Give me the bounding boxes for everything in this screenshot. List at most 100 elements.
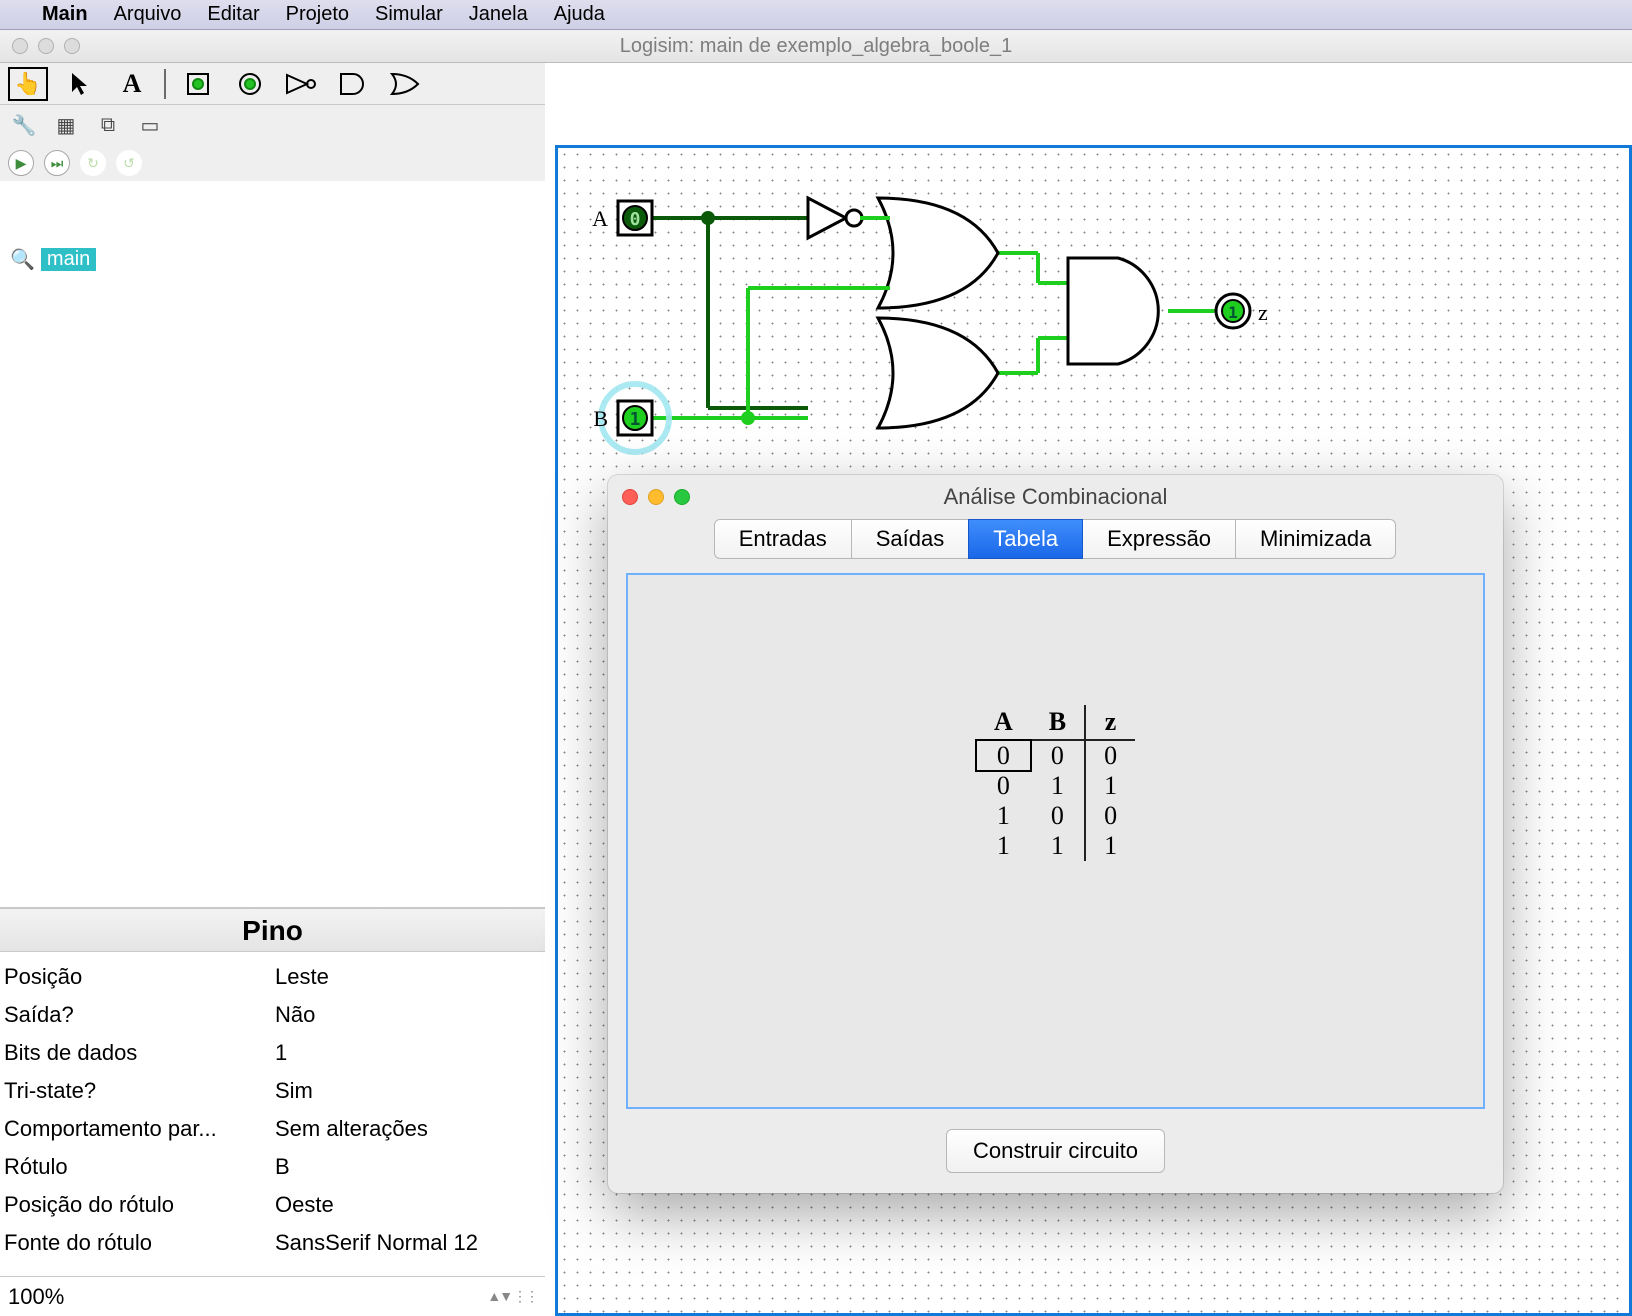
prop-row-posicao[interactable]: PosiçãoLeste: [0, 958, 545, 996]
tab-entradas[interactable]: Entradas: [714, 519, 852, 559]
zoom-stepper-icon[interactable]: ▲▼ ⋮⋮: [487, 1288, 537, 1305]
menu-arquivo[interactable]: Arquivo: [114, 3, 182, 26]
tab-minimizada[interactable]: Minimizada: [1235, 519, 1396, 559]
cell[interactable]: 1: [1031, 771, 1085, 801]
table-row[interactable]: 1 0 0: [976, 801, 1135, 831]
project-explorer[interactable]: 🔍 main: [0, 241, 545, 908]
prop-value[interactable]: Leste: [275, 958, 545, 996]
cell[interactable]: 0: [1031, 801, 1085, 831]
cell[interactable]: 1: [1085, 771, 1135, 801]
sim-reset-icon[interactable]: ↺: [116, 150, 142, 176]
prop-value[interactable]: Oeste: [275, 1186, 545, 1224]
prop-key: Fonte do rótulo: [0, 1224, 275, 1262]
prop-value[interactable]: Não: [275, 996, 545, 1034]
svg-text:0: 0: [630, 209, 641, 230]
prop-key: Comportamento par...: [0, 1110, 275, 1148]
input-pin-a[interactable]: 0 A: [592, 201, 652, 235]
output-pin-icon: [239, 73, 261, 95]
menubar-app-name[interactable]: Main: [42, 3, 88, 26]
prop-row-saida[interactable]: Saída?Não: [0, 996, 545, 1034]
cell[interactable]: 0: [1085, 740, 1135, 771]
prop-value[interactable]: B: [275, 1148, 545, 1186]
zoom-bar: 100% ▲▼ ⋮⋮: [0, 1276, 545, 1316]
cell[interactable]: 0: [1031, 740, 1085, 771]
and-gate-tool[interactable]: [334, 67, 374, 101]
wrench-icon[interactable]: 🔧: [8, 109, 40, 141]
table-row[interactable]: 0 1 1: [976, 771, 1135, 801]
and-gate[interactable]: [1068, 258, 1158, 364]
or-gate-icon: [390, 72, 422, 96]
menu-janela[interactable]: Janela: [469, 3, 528, 26]
svg-text:1: 1: [1228, 303, 1238, 322]
menu-editar[interactable]: Editar: [207, 3, 259, 26]
table-row[interactable]: 1 1 1: [976, 831, 1135, 861]
svg-text:B: B: [593, 406, 608, 431]
menu-simular[interactable]: Simular: [375, 3, 443, 26]
not-gate-tool[interactable]: [282, 67, 322, 101]
or-gate-top[interactable]: [878, 198, 998, 308]
th-b: B: [1031, 705, 1085, 740]
text-icon: A: [123, 69, 142, 99]
cell[interactable]: 1: [1085, 831, 1135, 861]
tab-expressao[interactable]: Expressão: [1082, 519, 1236, 559]
dialog-title-text: Análise Combinacional: [608, 484, 1503, 510]
cell[interactable]: 0: [976, 771, 1031, 801]
prop-row-bits[interactable]: Bits de dados1: [0, 1034, 545, 1072]
left-panel: 🔍 main Pino PosiçãoLeste Saída?Não Bits …: [0, 181, 545, 1316]
cell[interactable]: 0: [976, 740, 1031, 771]
not-gate[interactable]: [808, 198, 862, 238]
prop-row-rotulo[interactable]: RótuloB: [0, 1148, 545, 1186]
prop-value[interactable]: Sem alterações: [275, 1110, 545, 1148]
prop-value[interactable]: 1: [275, 1034, 545, 1072]
circuit-name: main: [41, 248, 96, 271]
svg-text:1: 1: [630, 409, 641, 430]
cell[interactable]: 1: [976, 831, 1031, 861]
prop-value[interactable]: SansSerif Normal 12: [275, 1224, 545, 1262]
menu-projeto[interactable]: Projeto: [286, 3, 349, 26]
tab-tabela[interactable]: Tabela: [968, 519, 1083, 559]
layout-icon[interactable]: ▦: [50, 109, 82, 141]
dialog-tabs: Entradas Saídas Tabela Expressão Minimiz…: [608, 519, 1503, 559]
text-tool[interactable]: A: [112, 67, 152, 101]
select-tool[interactable]: [60, 67, 100, 101]
th-z: z: [1085, 705, 1135, 740]
properties-table: PosiçãoLeste Saída?Não Bits de dados1 Tr…: [0, 952, 545, 1276]
output-pin-z[interactable]: 1 z: [1216, 294, 1268, 328]
truth-table[interactable]: A B z 0 0 0 0 1 1 1 0 0 1 1 1: [976, 705, 1135, 861]
window-title: Logisim: main de exemplo_algebra_boole_1: [0, 35, 1632, 58]
input-pin-icon: [187, 73, 209, 95]
prop-row-posicao-rotulo[interactable]: Posição do rótuloOeste: [0, 1186, 545, 1224]
table-row[interactable]: 0 0 0: [976, 740, 1135, 771]
sim-step-icon[interactable]: ⏭: [44, 150, 70, 176]
prop-row-comportamento[interactable]: Comportamento par...Sem alterações: [0, 1110, 545, 1148]
magnifier-icon: 🔍: [10, 247, 35, 272]
cell[interactable]: 1: [1031, 831, 1085, 861]
input-pin-tool[interactable]: [178, 67, 218, 101]
dialog-footer: Construir circuito: [608, 1119, 1503, 1193]
svg-text:z: z: [1258, 300, 1268, 325]
or-gate-bottom[interactable]: [878, 318, 998, 428]
prop-value[interactable]: Sim: [275, 1072, 545, 1110]
output-pin-tool[interactable]: [230, 67, 270, 101]
poke-tool[interactable]: 👆: [8, 67, 48, 101]
tab-saidas[interactable]: Saídas: [851, 519, 970, 559]
zoom-value[interactable]: 100%: [8, 1284, 64, 1310]
prop-key: Posição do rótulo: [0, 1186, 275, 1224]
cell[interactable]: 0: [1085, 801, 1135, 831]
or-gate-tool[interactable]: [386, 67, 426, 101]
dialog-titlebar[interactable]: Análise Combinacional: [608, 475, 1503, 519]
build-circuit-button[interactable]: Construir circuito: [946, 1129, 1165, 1173]
menu-ajuda[interactable]: Ajuda: [554, 3, 605, 26]
sim-tick-icon[interactable]: ↻: [80, 150, 106, 176]
sim-play-icon[interactable]: ▶: [8, 150, 34, 176]
explorer-item-main[interactable]: 🔍 main: [10, 247, 535, 272]
svg-text:A: A: [592, 206, 608, 231]
subcircuit-icon[interactable]: ⧉: [92, 109, 124, 141]
prop-row-tristate[interactable]: Tri-state?Sim: [0, 1072, 545, 1110]
cell[interactable]: 1: [976, 801, 1031, 831]
and-gate-icon: [339, 72, 369, 96]
appearance-icon[interactable]: ▭: [134, 109, 166, 141]
combinational-analysis-dialog: Análise Combinacional Entradas Saídas Ta…: [608, 475, 1503, 1193]
prop-row-fonte-rotulo[interactable]: Fonte do rótuloSansSerif Normal 12: [0, 1224, 545, 1262]
prop-key: Rótulo: [0, 1148, 275, 1186]
